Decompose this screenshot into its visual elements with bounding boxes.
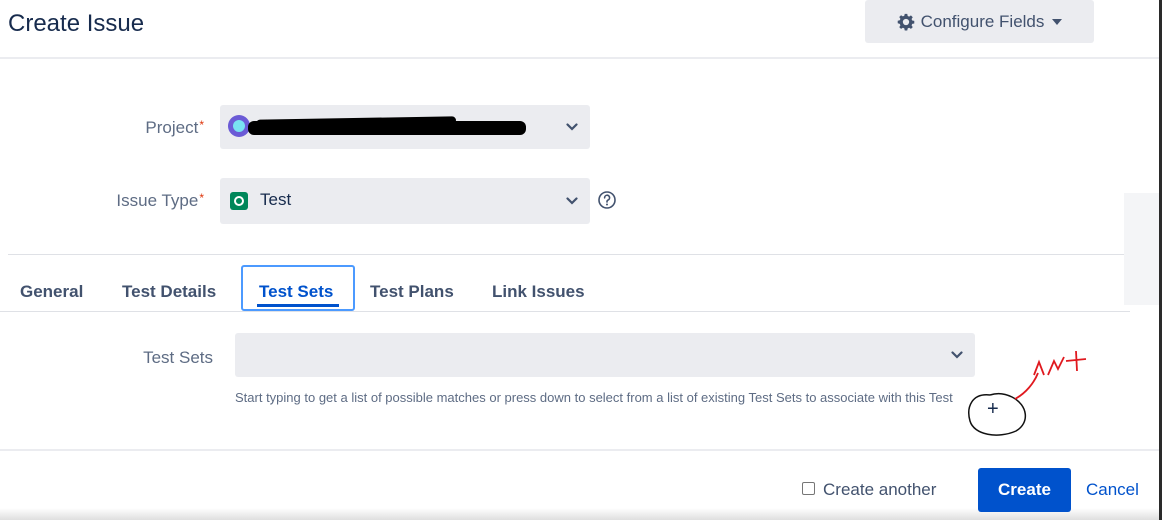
chevron-down-icon (951, 351, 963, 359)
tab-bar: General Test Details Test Sets Test Plan… (0, 265, 1130, 312)
section-divider (8, 254, 1130, 255)
dialog-header: Create Issue Configure Fields (0, 0, 1159, 59)
issue-type-label: Issue Type* (80, 191, 204, 211)
hand-drawn-plus: + (987, 398, 999, 420)
caret-down-icon (1052, 18, 1063, 25)
chevron-down-icon (566, 197, 578, 205)
create-issue-dialog: Create Issue Configure Fields Project* I… (0, 0, 1162, 520)
chevron-down-icon (566, 123, 578, 131)
project-label-text: Project (145, 118, 199, 137)
handwritten-annotation (968, 350, 1087, 436)
project-avatar-icon (228, 115, 250, 137)
tab-link-issues[interactable]: Link Issues (492, 282, 585, 302)
test-sets-label: Test Sets (143, 348, 213, 367)
tab-test-details[interactable]: Test Details (122, 282, 216, 302)
required-mark: * (199, 191, 204, 205)
dialog-title: Create Issue (8, 10, 145, 37)
dialog-footer: Create another Create Cancel (0, 449, 1159, 520)
test-sets-help-text: Start typing to get a list of possible m… (235, 390, 953, 405)
tab-test-plans[interactable]: Test Plans (370, 282, 454, 302)
test-issue-type-icon (230, 192, 248, 210)
project-label: Project* (100, 118, 204, 138)
tab-general[interactable]: General (20, 282, 83, 302)
create-another-checkbox[interactable] (802, 482, 815, 495)
issue-type-value: Test (260, 190, 292, 209)
active-tab-indicator (257, 304, 339, 307)
issue-type-select[interactable]: Test (220, 178, 590, 224)
create-another-label[interactable]: Create another (823, 480, 936, 500)
gear-icon (897, 13, 914, 30)
project-select[interactable] (220, 105, 590, 149)
configure-fields-label: Configure Fields (920, 11, 1045, 31)
tab-test-sets-label: Test Sets (259, 282, 334, 301)
help-icon[interactable] (597, 190, 617, 210)
issue-type-label-text: Issue Type (116, 191, 199, 210)
configure-fields-button[interactable]: Configure Fields (865, 0, 1094, 43)
create-button[interactable]: Create (978, 468, 1071, 512)
tab-test-sets[interactable]: Test Sets (241, 265, 355, 311)
side-panel-toggle[interactable] (1124, 193, 1159, 305)
cancel-link[interactable]: Cancel (1086, 480, 1139, 500)
test-sets-select[interactable] (235, 333, 975, 377)
required-mark: * (199, 118, 204, 132)
